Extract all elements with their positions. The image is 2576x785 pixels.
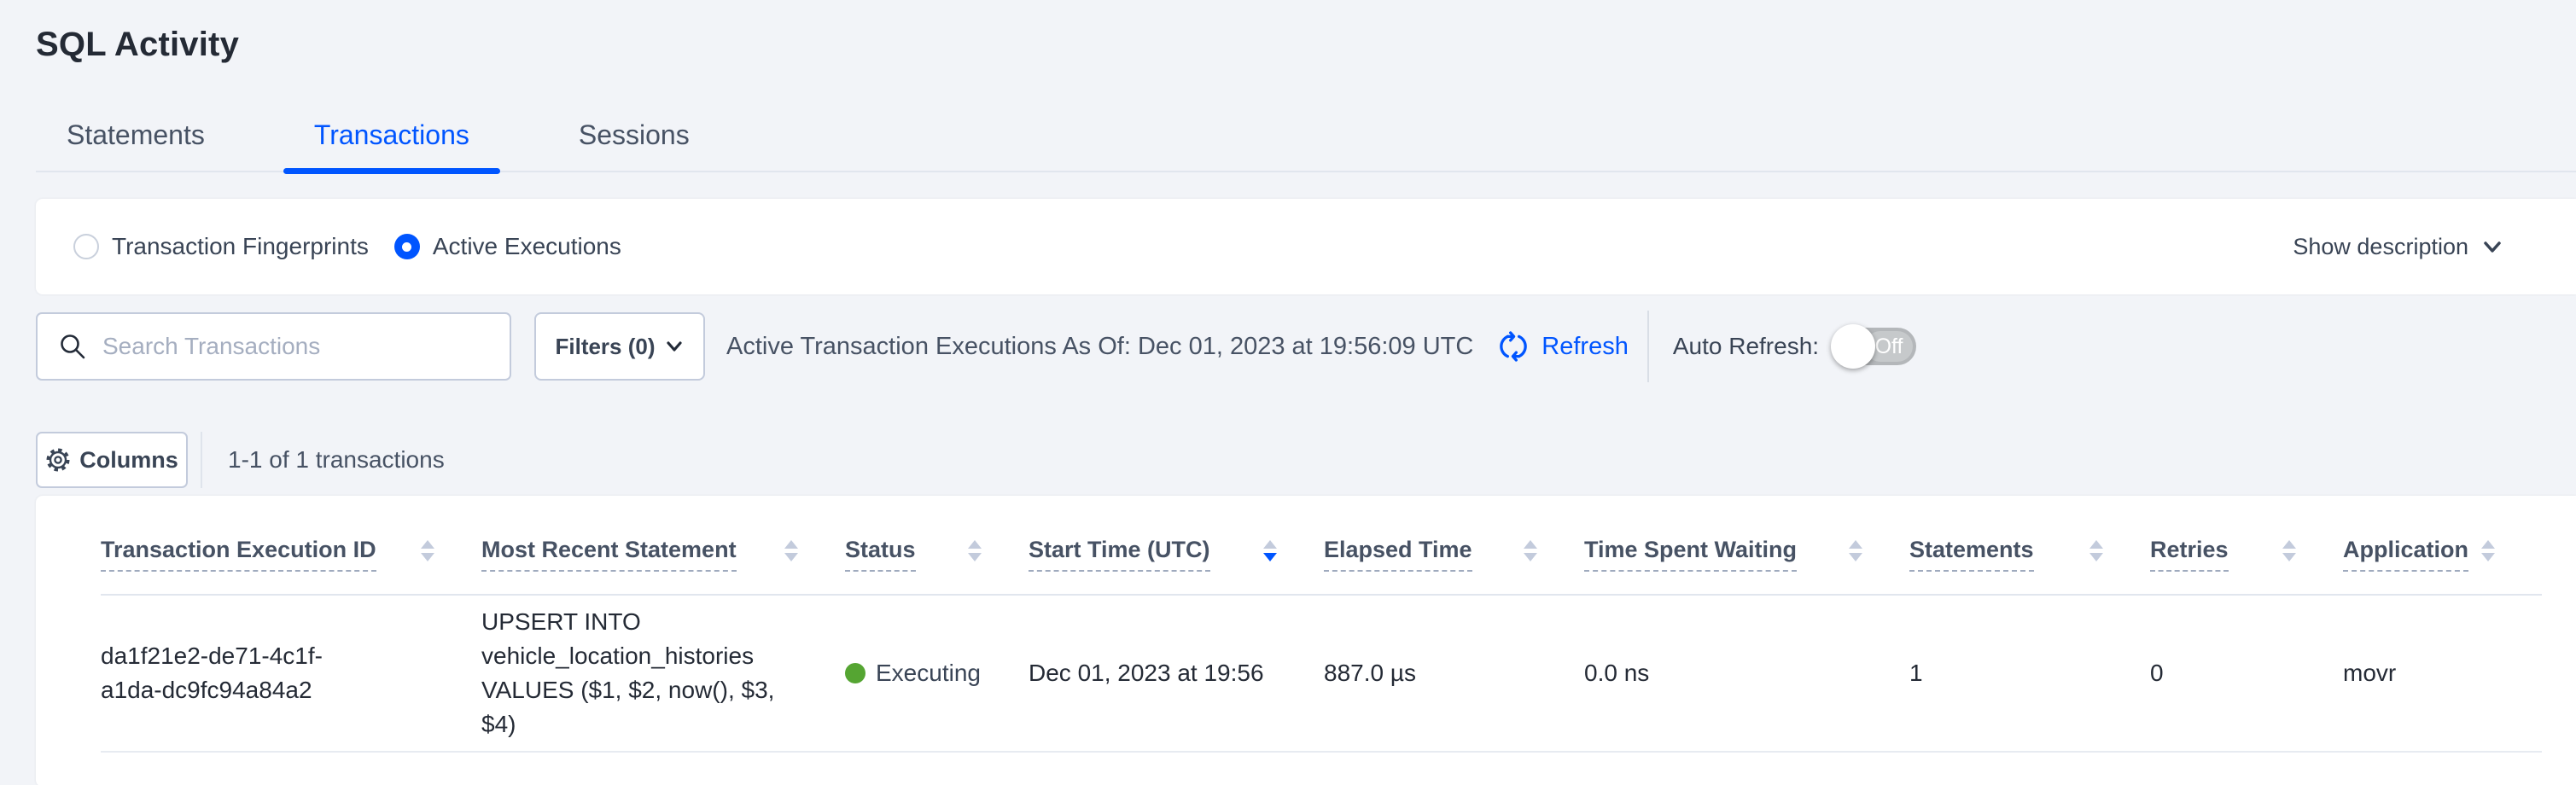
- column-header[interactable]: Retries: [2150, 496, 2343, 594]
- sort-asc-icon[interactable]: [2282, 540, 2296, 549]
- as-of-timestamp: Active Transaction Executions As Of: Dec…: [726, 333, 1473, 361]
- sort-desc-icon[interactable]: [1849, 553, 1862, 561]
- sort-desc-icon[interactable]: [1524, 553, 1537, 561]
- view-options-card: Transaction Fingerprints Active Executio…: [36, 199, 2576, 294]
- cell-transaction-execution-id[interactable]: da1f21e2-de71-4c1f-a1da-dc9fc94a84a2: [101, 639, 408, 707]
- controls-row: Filters (0) Active Transaction Execution…: [36, 312, 2576, 381]
- toggle-knob[interactable]: [1831, 324, 1875, 369]
- radio-selected-icon[interactable]: [394, 234, 420, 259]
- gear-icon: [45, 447, 71, 473]
- cell-application: movr: [2343, 656, 2542, 690]
- radio-label: Transaction Fingerprints: [112, 233, 369, 260]
- view-mode-radio-group: Transaction Fingerprints Active Executio…: [73, 233, 647, 260]
- cell-status: Executing: [845, 656, 1029, 690]
- sort-desc-icon[interactable]: [2282, 553, 2296, 561]
- status-label: Executing: [876, 656, 981, 690]
- tab-sessions[interactable]: Sessions: [548, 119, 720, 171]
- cell-time-spent-waiting: 0.0 ns: [1584, 656, 1909, 690]
- sort-desc-icon[interactable]: [968, 553, 982, 561]
- show-description-button[interactable]: Show description: [2293, 234, 2504, 260]
- table-row[interactable]: da1f21e2-de71-4c1f-a1da-dc9fc94a84a2 UPS…: [101, 596, 2542, 753]
- cell-most-recent-statement: UPSERT INTO vehicle_location_histories V…: [481, 605, 831, 741]
- cell-statements: 1: [1909, 656, 2150, 690]
- page-title: SQL Activity: [36, 22, 2576, 67]
- sort-desc-icon[interactable]: [784, 553, 798, 561]
- sort-desc-icon[interactable]: [421, 553, 434, 561]
- chevron-down-icon: [2480, 235, 2504, 259]
- sort-desc-icon[interactable]: [1263, 553, 1277, 561]
- sort-asc-icon[interactable]: [421, 540, 434, 549]
- radio-transaction-fingerprints[interactable]: Transaction Fingerprints: [73, 233, 369, 260]
- sort-desc-icon[interactable]: [2089, 553, 2103, 561]
- table-toolbar: Columns 1-1 of 1 transactions: [36, 432, 2576, 488]
- radio-unselected-icon[interactable]: [73, 234, 99, 259]
- column-header[interactable]: Application: [2343, 496, 2542, 594]
- sort-desc-icon[interactable]: [2481, 553, 2495, 561]
- cell-elapsed-time: 887.0 µs: [1324, 656, 1584, 690]
- transactions-table: Transaction Execution ID Most Recent Sta…: [36, 496, 2576, 785]
- column-header[interactable]: Status: [845, 496, 1029, 594]
- refresh-button[interactable]: Refresh: [1495, 329, 1629, 364]
- sql-activity-page: SQL Activity Statements Transactions Ses…: [0, 0, 2576, 785]
- search-input[interactable]: [102, 333, 492, 360]
- result-count: 1-1 of 1 transactions: [228, 446, 445, 474]
- refresh-label: Refresh: [1542, 333, 1629, 361]
- active-tab-underline: [283, 168, 500, 174]
- filters-button[interactable]: Filters (0): [534, 312, 705, 381]
- column-header[interactable]: Statements: [1909, 496, 2150, 594]
- sort-asc-icon[interactable]: [2481, 540, 2495, 549]
- tabs-bar: Statements Transactions Sessions: [36, 119, 2576, 172]
- auto-refresh-toggle[interactable]: Off: [1833, 328, 1916, 365]
- sort-asc-icon[interactable]: [1849, 540, 1862, 549]
- sort-asc-icon[interactable]: [1263, 540, 1277, 549]
- radio-active-executions[interactable]: Active Executions: [394, 233, 621, 260]
- table-header-row: Transaction Execution ID Most Recent Sta…: [101, 496, 2542, 596]
- cell-start-time: Dec 01, 2023 at 19:56: [1029, 656, 1324, 690]
- cell-retries: 0: [2150, 656, 2343, 690]
- vertical-divider: [1647, 311, 1649, 382]
- column-header[interactable]: Time Spent Waiting: [1584, 496, 1909, 594]
- tab-transactions[interactable]: Transactions: [283, 119, 500, 171]
- tab-statements[interactable]: Statements: [36, 119, 236, 171]
- auto-refresh-label: Auto Refresh:: [1673, 333, 1819, 360]
- search-icon: [58, 332, 87, 361]
- column-header[interactable]: Transaction Execution ID: [101, 496, 481, 594]
- chevron-down-icon: [664, 336, 685, 357]
- sort-asc-icon[interactable]: [2089, 540, 2103, 549]
- search-box[interactable]: [36, 312, 511, 381]
- columns-button[interactable]: Columns: [36, 432, 188, 488]
- status-dot-icon: [845, 663, 865, 683]
- sort-asc-icon[interactable]: [1524, 540, 1537, 549]
- radio-label: Active Executions: [433, 233, 621, 260]
- refresh-icon: [1495, 329, 1531, 364]
- column-header[interactable]: Elapsed Time: [1324, 496, 1584, 594]
- column-header[interactable]: Most Recent Statement: [481, 496, 845, 594]
- column-header[interactable]: Start Time (UTC): [1029, 496, 1324, 594]
- sort-asc-icon[interactable]: [784, 540, 798, 549]
- vertical-divider: [201, 432, 202, 488]
- sort-asc-icon[interactable]: [968, 540, 982, 549]
